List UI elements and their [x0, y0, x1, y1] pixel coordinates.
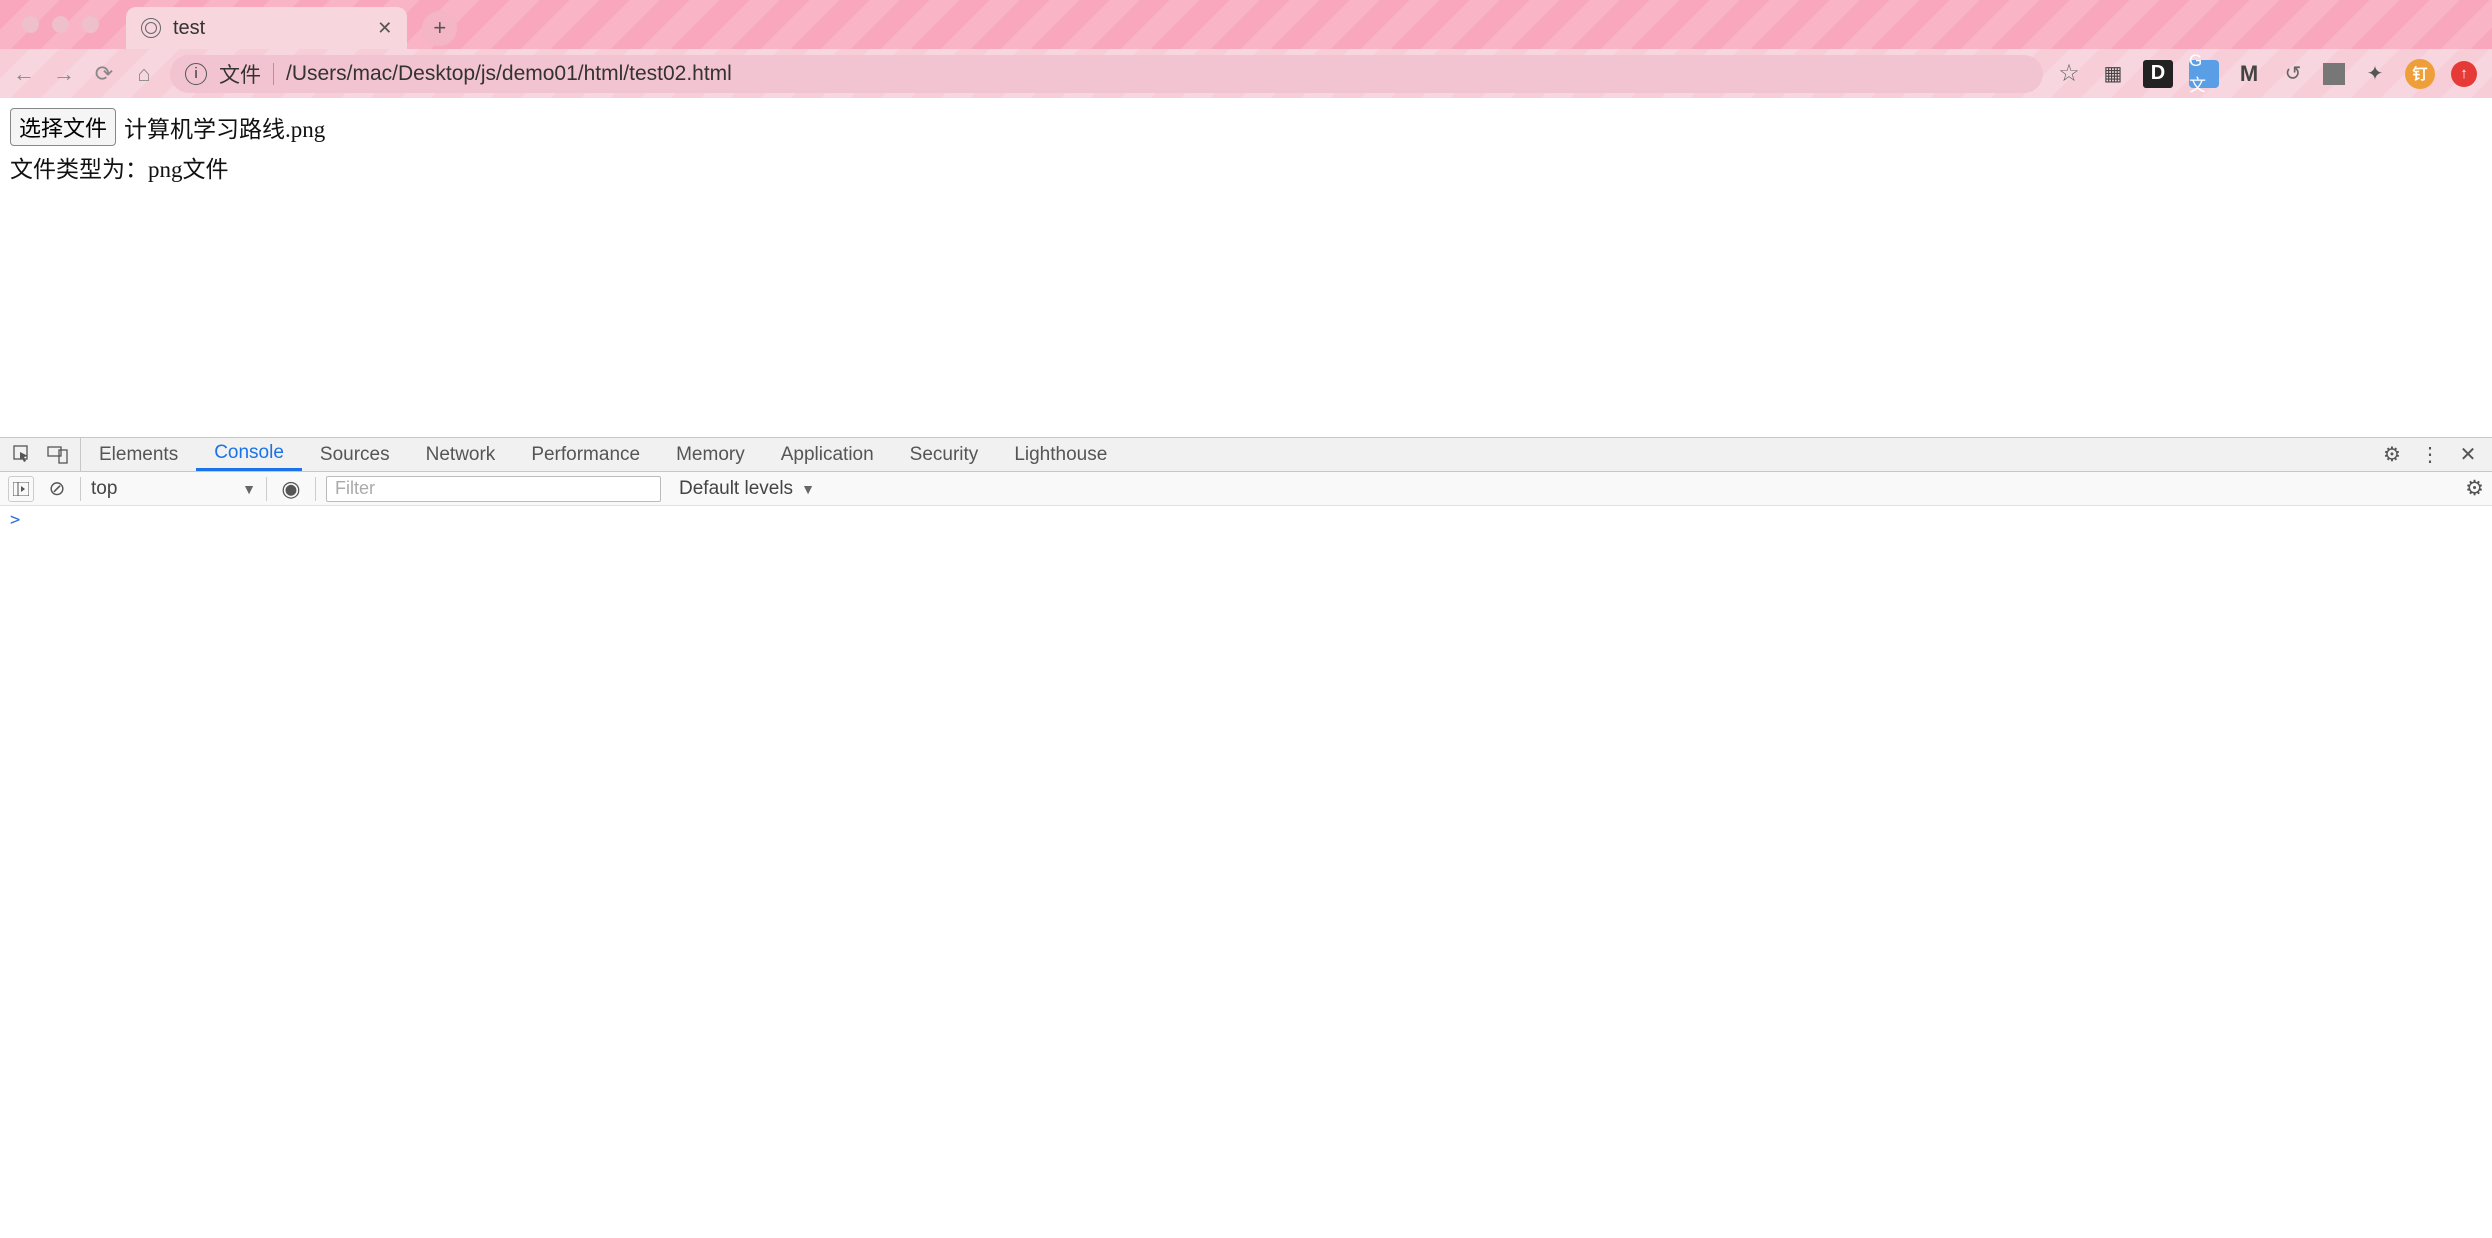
dropdown-arrow-icon: ▼: [242, 481, 256, 497]
tab-console[interactable]: Console: [196, 438, 302, 471]
url-divider: [273, 63, 274, 85]
device-toolbar-icon[interactable]: [45, 442, 70, 467]
google-translate-icon[interactable]: G文: [2189, 60, 2219, 88]
extension-square-icon[interactable]: [2323, 63, 2345, 85]
url-path: /Users/mac/Desktop/js/demo01/html/test02…: [286, 62, 732, 86]
console-filter-input[interactable]: [326, 476, 661, 502]
history-icon[interactable]: ↺: [2279, 60, 2307, 88]
tab-network[interactable]: Network: [408, 438, 514, 471]
console-settings-icon[interactable]: ⚙: [2465, 476, 2484, 501]
window-chrome: test ✕ +: [0, 0, 2492, 49]
context-selector[interactable]: top ▼: [91, 478, 256, 500]
console-body[interactable]: >: [0, 506, 2492, 534]
site-info-icon[interactable]: i: [185, 63, 207, 85]
tab-memory[interactable]: Memory: [658, 438, 763, 471]
file-input-row: 选择文件 计算机学习路线.png: [10, 108, 2482, 146]
update-icon[interactable]: [2451, 61, 2477, 87]
dropdown-arrow-icon: ▼: [801, 481, 815, 497]
log-levels-selector[interactable]: Default levels ▼: [671, 478, 815, 500]
choose-file-button[interactable]: 选择文件: [10, 108, 116, 146]
tab-security[interactable]: Security: [892, 438, 997, 471]
url-scheme: 文件: [219, 59, 261, 89]
devtools-more-icon[interactable]: ⋮: [2418, 443, 2442, 467]
toolbar-separator: [266, 477, 267, 501]
address-bar[interactable]: i 文件 /Users/mac/Desktop/js/demo01/html/t…: [170, 55, 2043, 93]
context-label: top: [91, 478, 117, 500]
toolbar-separator: [80, 477, 81, 501]
back-button[interactable]: ←: [10, 60, 38, 88]
tab-performance[interactable]: Performance: [513, 438, 658, 471]
forward-button[interactable]: →: [50, 60, 78, 88]
console-toolbar: ⊘ top ▼ ◉ Default levels ▼ ⚙: [0, 472, 2492, 506]
tab-application[interactable]: Application: [763, 438, 892, 471]
extension-m-icon[interactable]: M: [2235, 60, 2263, 88]
toolbar-icons: ☆ ▦ D G文 M ↺ ✦ 钉: [2055, 59, 2482, 89]
extensions-icon[interactable]: ✦: [2361, 60, 2389, 88]
toolbar-separator: [315, 477, 316, 501]
minimize-window-dot[interactable]: [52, 16, 69, 33]
traffic-lights: [10, 16, 111, 33]
devtools-right-icons: ⚙ ⋮ ✕: [2368, 438, 2492, 471]
tab-elements[interactable]: Elements: [81, 438, 196, 471]
url-bar: ← → ⟳ ⌂ i 文件 /Users/mac/Desktop/js/demo0…: [0, 49, 2492, 98]
reload-button[interactable]: ⟳: [90, 60, 118, 88]
favicon-icon: [141, 18, 161, 38]
devtools-close-icon[interactable]: ✕: [2456, 443, 2480, 467]
devtools-settings-icon[interactable]: ⚙: [2380, 443, 2404, 467]
browser-tab[interactable]: test ✕: [126, 7, 407, 49]
bookmark-star-icon[interactable]: ☆: [2055, 60, 2083, 88]
devtools-tabs-row: Elements Console Sources Network Perform…: [0, 438, 2492, 472]
selected-file-name: 计算机学习路线.png: [124, 110, 325, 144]
qr-icon[interactable]: ▦: [2099, 60, 2127, 88]
live-expression-icon[interactable]: ◉: [277, 475, 305, 503]
levels-label: Default levels: [679, 478, 793, 500]
file-type-text: 文件类型为：png文件: [10, 150, 2482, 184]
devtools-panel: Elements Console Sources Network Perform…: [0, 437, 2492, 1238]
devtools-left-icons: [0, 438, 81, 471]
inspect-element-icon[interactable]: [10, 442, 35, 467]
extension-d-icon[interactable]: D: [2143, 60, 2173, 88]
tab-lighthouse[interactable]: Lighthouse: [996, 438, 1125, 471]
console-prompt-icon: >: [10, 510, 20, 530]
close-window-dot[interactable]: [22, 16, 39, 33]
tab-title: test: [173, 17, 365, 40]
tab-close-icon[interactable]: ✕: [377, 18, 392, 39]
maximize-window-dot[interactable]: [82, 16, 99, 33]
clear-console-icon[interactable]: ⊘: [44, 476, 70, 502]
profile-avatar[interactable]: 钉: [2405, 59, 2435, 89]
new-tab-button[interactable]: +: [422, 11, 457, 46]
console-sidebar-toggle-icon[interactable]: [8, 476, 34, 502]
home-button[interactable]: ⌂: [130, 60, 158, 88]
tab-sources[interactable]: Sources: [302, 438, 408, 471]
page-content: 选择文件 计算机学习路线.png 文件类型为：png文件: [0, 98, 2492, 194]
